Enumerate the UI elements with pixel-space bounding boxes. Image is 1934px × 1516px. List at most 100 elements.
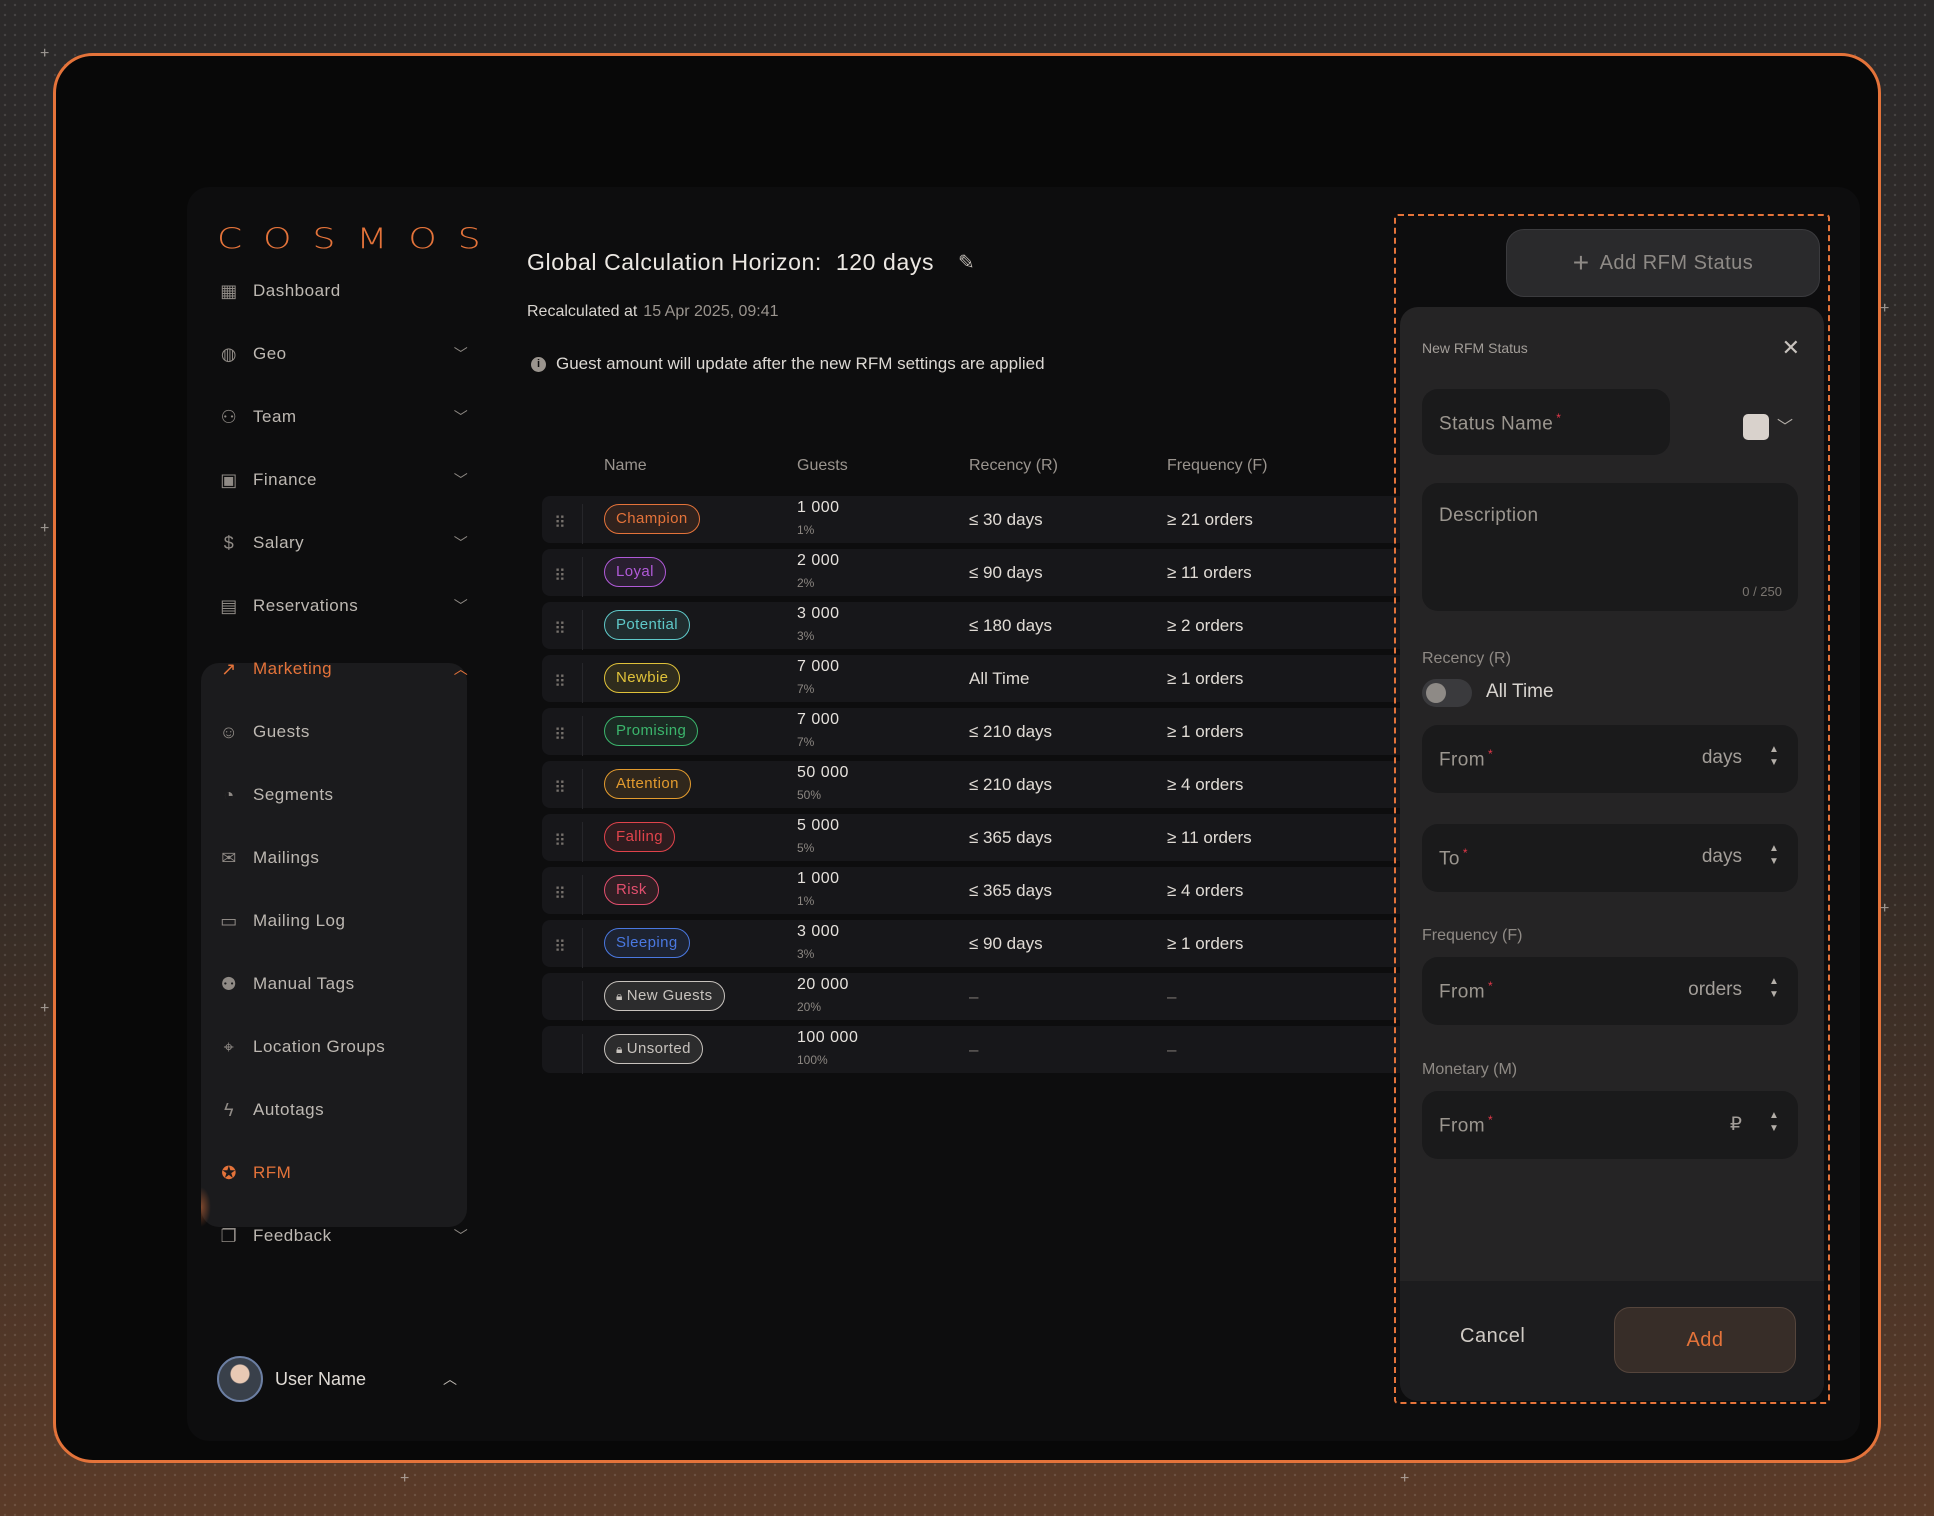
status-badge[interactable]: Falling — [604, 822, 675, 852]
monetary-from-input[interactable]: From * ₽ ▲ ▼ — [1422, 1091, 1798, 1159]
drag-handle-icon[interactable]: ⠿ — [554, 619, 566, 641]
divider — [582, 875, 583, 915]
table-row[interactable]: ⠿ Promising 7 000 7% ≤ 210 days ≥ 1 orders — [542, 708, 1527, 756]
edit-pencil-icon[interactable]: ✎ — [958, 250, 975, 275]
char-counter: 0 / 250 — [1742, 584, 1782, 599]
recency-value: ≤ 210 days — [969, 722, 1053, 741]
table-row[interactable]: ⠿ Attention 50 000 50% ≤ 210 days ≥ 4 orders — [542, 761, 1527, 809]
chevron-down-icon[interactable]: ﹀ — [1777, 413, 1793, 437]
table-row[interactable]: ⠿ Newbie 7 000 7% All Time ≥ 1 orders — [542, 655, 1527, 703]
drag-handle-icon[interactable]: ⠿ — [554, 672, 566, 694]
horizon-value: 120 days — [835, 249, 935, 275]
guest-percent: 7% — [797, 735, 815, 749]
stepper-icon[interactable]: ▲ ▼ — [1768, 1109, 1780, 1135]
drag-handle-icon[interactable]: ⠿ — [554, 725, 566, 747]
table-row[interactable]: ⠿ Potential 3 000 3% ≤ 180 days ≥ 2 orders — [542, 602, 1527, 650]
user-menu[interactable]: User Name ︿ — [217, 1355, 457, 1403]
status-badge[interactable]: 🔒︎ Unsorted — [604, 1034, 703, 1064]
table-row[interactable]: ⠿ Falling 5 000 5% ≤ 365 days ≥ 11 orders — [542, 814, 1527, 862]
sidebar-item-guests[interactable]: ☺ Guests — [217, 710, 482, 754]
table-row[interactable]: ⠿ Loyal 2 000 2% ≤ 90 days ≥ 11 orders — [542, 549, 1527, 597]
recalc-label: Recalculated at — [527, 303, 638, 320]
frequency-value: ≥ 1 orders — [1167, 669, 1244, 688]
decorative-plus-icon: + — [400, 1470, 410, 1487]
table-row[interactable]: ⠿ Champion 1 000 1% ≤ 30 days ≥ 21 orders — [542, 496, 1527, 544]
status-badge[interactable]: Loyal — [604, 557, 666, 587]
drag-handle-icon[interactable]: ⠿ — [554, 513, 566, 535]
sidebar-item-autotags[interactable]: ϟ Autotags — [217, 1088, 482, 1132]
status-badge[interactable]: Newbie — [604, 663, 681, 693]
guest-count: 7 000 — [797, 711, 840, 728]
sidebar-item-segments[interactable]: ◔ Segments — [217, 773, 482, 817]
description-textarea[interactable]: Description 0 / 250 — [1422, 483, 1798, 611]
drag-handle-icon[interactable]: ⠿ — [554, 937, 566, 959]
chevron-down-icon: ﹀ — [453, 409, 469, 425]
table-row[interactable]: 🔒︎ Unsorted 100 000 100% – – — [542, 1026, 1527, 1074]
recency-to-input[interactable]: To * days ▲ ▼ — [1422, 824, 1798, 892]
status-badge[interactable]: Promising — [604, 716, 699, 746]
recency-value: ≤ 365 days — [969, 881, 1053, 900]
sidebar-item-geo[interactable]: ◍ Geo ﹀ — [217, 332, 482, 376]
team-icon: ⚇ — [220, 406, 238, 427]
status-badge[interactable]: Potential — [604, 610, 690, 640]
guest-percent: 50% — [797, 788, 822, 802]
all-time-toggle[interactable] — [1422, 679, 1472, 707]
drag-handle-icon[interactable]: ⠿ — [554, 831, 566, 853]
orders-unit: orders — [1688, 979, 1742, 1000]
status-badge[interactable]: Risk — [604, 875, 659, 905]
status-name-input[interactable]: Status Name * — [1422, 389, 1670, 455]
recency-value: ≤ 90 days — [969, 934, 1043, 953]
frequency-value: – — [1167, 987, 1177, 1006]
close-icon[interactable]: ✕ — [1782, 335, 1800, 361]
drag-handle-icon[interactable]: ⠿ — [554, 566, 566, 588]
table-row[interactable]: 🔒︎ New Guests 20 000 20% – – — [542, 973, 1527, 1021]
divider — [582, 610, 583, 650]
sidebar-item-reservations[interactable]: ▤ Reservations ﹀ — [217, 584, 482, 628]
sidebar-item-marketing[interactable]: ↗ Marketing ︿ — [217, 647, 482, 691]
add-rfm-status-button[interactable]: + Add RFM Status — [1506, 229, 1820, 297]
chat-icon: ▭ — [220, 910, 238, 931]
frequency-from-input[interactable]: From * orders ▲ ▼ — [1422, 957, 1798, 1025]
status-badge[interactable]: 🔒︎ New Guests — [604, 981, 725, 1011]
sidebar-item-label: Mailing Log — [253, 911, 346, 930]
sidebar-item-manual-tags[interactable]: ⚉ Manual Tags — [217, 962, 482, 1006]
sidebar-item-salary[interactable]: $ Salary ﹀ — [217, 521, 482, 565]
status-badge[interactable]: Sleeping — [604, 928, 690, 958]
frequency-value: ≥ 1 orders — [1167, 934, 1244, 953]
add-button[interactable]: Add — [1614, 1307, 1796, 1373]
table-row[interactable]: ⠿ Risk 1 000 1% ≤ 365 days ≥ 4 orders — [542, 867, 1527, 915]
color-swatch[interactable] — [1743, 414, 1769, 440]
recency-from-input[interactable]: From * days ▲ ▼ — [1422, 725, 1798, 793]
sidebar-item-mailings[interactable]: ✉ Mailings — [217, 836, 482, 880]
sidebar-item-label: Feedback — [253, 1226, 332, 1245]
sidebar-item-location-groups[interactable]: ⌖ Location Groups — [217, 1025, 482, 1069]
guest-percent: 1% — [797, 523, 815, 537]
note-text: Guest amount will update after the new R… — [556, 354, 1045, 373]
sidebar-item-rfm[interactable]: ✪ RFM — [217, 1151, 482, 1195]
drag-handle-icon[interactable]: ⠿ — [554, 884, 566, 906]
cancel-button[interactable]: Cancel — [1460, 1325, 1525, 1348]
sidebar-item-finance[interactable]: ▣ Finance ﹀ — [217, 458, 482, 502]
status-badge[interactable]: Champion — [604, 504, 700, 534]
stepper-icon[interactable]: ▲ ▼ — [1768, 743, 1780, 769]
status-badge[interactable]: Attention — [604, 769, 691, 799]
table-row[interactable]: ⠿ Sleeping 3 000 3% ≤ 90 days ≥ 1 orders — [542, 920, 1527, 968]
recalculated-info: Recalculated at 15 Apr 2025, 09:41 — [527, 303, 779, 321]
divider — [582, 928, 583, 968]
stepper-icon[interactable]: ▲ ▼ — [1768, 842, 1780, 868]
drag-handle-icon[interactable]: ⠿ — [554, 778, 566, 800]
col-frequency: Frequency (F) — [1167, 457, 1268, 474]
sidebar-item-label: Guests — [253, 722, 310, 741]
main-content: Global Calculation Horizon: 120 days ✎ R… — [527, 187, 1527, 1441]
sidebar-item-feedback[interactable]: ❐ Feedback ﹀ — [217, 1214, 482, 1258]
feedback-icon: ❐ — [220, 1225, 238, 1246]
decorative-plus-icon: + — [1880, 900, 1890, 917]
sidebar-item-team[interactable]: ⚇ Team ﹀ — [217, 395, 482, 439]
sidebar-item-label: Autotags — [253, 1100, 325, 1119]
dashboard-icon: ▦ — [220, 280, 238, 301]
sidebar-item-dashboard[interactable]: ▦ Dashboard — [217, 269, 482, 313]
stepper-icon[interactable]: ▲ ▼ — [1768, 975, 1780, 1001]
sidebar-item-mailing-log[interactable]: ▭ Mailing Log — [217, 899, 482, 943]
recency-section-label: Recency (R) — [1422, 650, 1511, 667]
status-name: Falling — [616, 828, 663, 845]
